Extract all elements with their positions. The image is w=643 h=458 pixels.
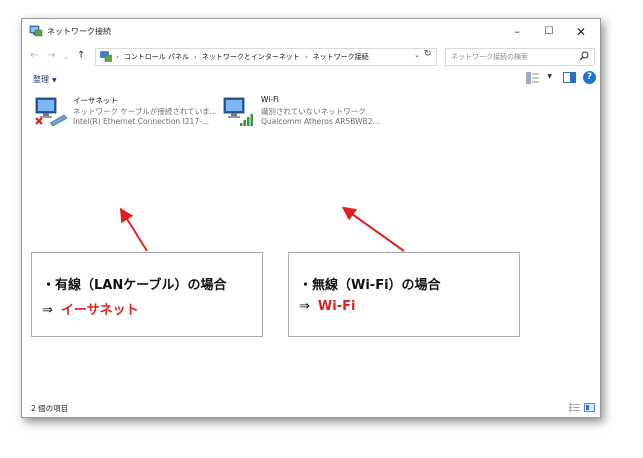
search-input[interactable]: ネットワーク接続の検索 [445,48,595,66]
network-connections-window: ネットワーク接続 – ☐ ✕ ← → ⌄ ↑ › コントロール パネル › ネットワー… [21,18,601,418]
breadcrumb-network-connections[interactable]: ネットワーク接続 [313,53,369,61]
address-bar[interactable]: › コントロール パネル › ネットワークとインターネット › ネットワーク接続 ⌄ [95,48,437,66]
annotation-arrows [119,206,405,252]
callout-heading: ・無線（Wi-Fi）の場合 [299,278,441,293]
connection-device: Intel(R) Ethernet Connection I217-... [73,117,209,126]
title-bar[interactable]: ネットワーク接続 – ☐ ✕ [22,19,600,45]
breadcrumb-network-internet[interactable]: ネットワークとインターネット [202,53,300,61]
control-panel-icon [100,51,112,62]
recent-locations-button[interactable]: ⌄ [63,53,69,61]
minimize-button[interactable]: – [502,23,532,41]
wifi-signal-icon [223,97,253,126]
back-button[interactable]: ← [30,50,38,61]
connection-device: Qualcomm Atheros AR5BWB2... [261,117,380,126]
change-view-icon[interactable] [526,72,540,84]
network-connections-icon [29,25,43,37]
connection-status: ネットワーク ケーブルが接続されていま... [73,107,217,116]
organize-caret-icon: ▼ [52,77,57,84]
callout-value: イーサネット [60,303,139,318]
search-placeholder: ネットワーク接続の検索 [451,53,528,61]
breadcrumb-separator: › [194,53,197,61]
breadcrumb: › コントロール パネル › ネットワークとインターネット › ネットワーク接続 [116,52,369,62]
connections-list: イーサネット ネットワーク ケーブルが接続されていま... Intel(R) E… [22,91,600,399]
command-bar: 整理 ▼ ▼ ? [22,69,600,89]
help-icon[interactable]: ? [583,71,596,84]
callout-wired: ・有線（LANケーブル）の場合 ⇒ イーサネット [31,252,263,337]
connection-name: イーサネット [73,96,118,105]
search-icon [579,51,589,61]
callout-answer: ⇒ Wi-Fi [299,299,355,314]
connection-name: Wi-Fi [261,95,279,104]
status-bar: 2 個の項目 [22,399,600,417]
callout-heading: ・有線（LANケーブル）の場合 [42,278,227,293]
up-button[interactable]: ↑ [77,50,85,61]
maximize-button[interactable]: ☐ [534,23,564,41]
preview-pane-icon[interactable] [563,72,576,83]
item-count: 2 個の項目 [31,404,69,413]
breadcrumb-control-panel[interactable]: コントロール パネル [124,53,189,61]
connection-status: 識別されていないネットワーク [261,107,366,116]
navigation-bar: ← → ⌄ ↑ › コントロール パネル › ネットワークとインターネット › ネットワー… [22,45,600,69]
callout-answer: ⇒ イーサネット [42,299,139,318]
callout-value: Wi-Fi [317,299,356,314]
refresh-button[interactable]: ↻ [424,49,432,59]
close-button[interactable]: ✕ [566,23,596,41]
annotation-arrow-ethernet [119,207,148,252]
view-options-caret-icon[interactable]: ▼ [547,73,552,80]
window-title: ネットワーク接続 [47,27,111,36]
organize-menu[interactable]: 整理 ▼ [33,74,57,85]
organize-label: 整理 [33,75,49,84]
callout-wireless: ・無線（Wi-Fi）の場合 ⇒ Wi-Fi [288,252,520,337]
address-dropdown-icon[interactable]: ⌄ [414,51,420,59]
breadcrumb-separator: › [304,53,308,61]
tiles-view-icon[interactable] [584,403,595,412]
ethernet-disconnected-icon [35,97,68,127]
annotation-arrow-wifi [341,206,405,252]
implies-arrow: ⇒ [299,299,310,314]
details-view-icon[interactable] [569,403,580,412]
breadcrumb-separator: › [116,53,119,61]
implies-arrow: ⇒ [42,303,53,318]
forward-button[interactable]: → [47,50,55,61]
